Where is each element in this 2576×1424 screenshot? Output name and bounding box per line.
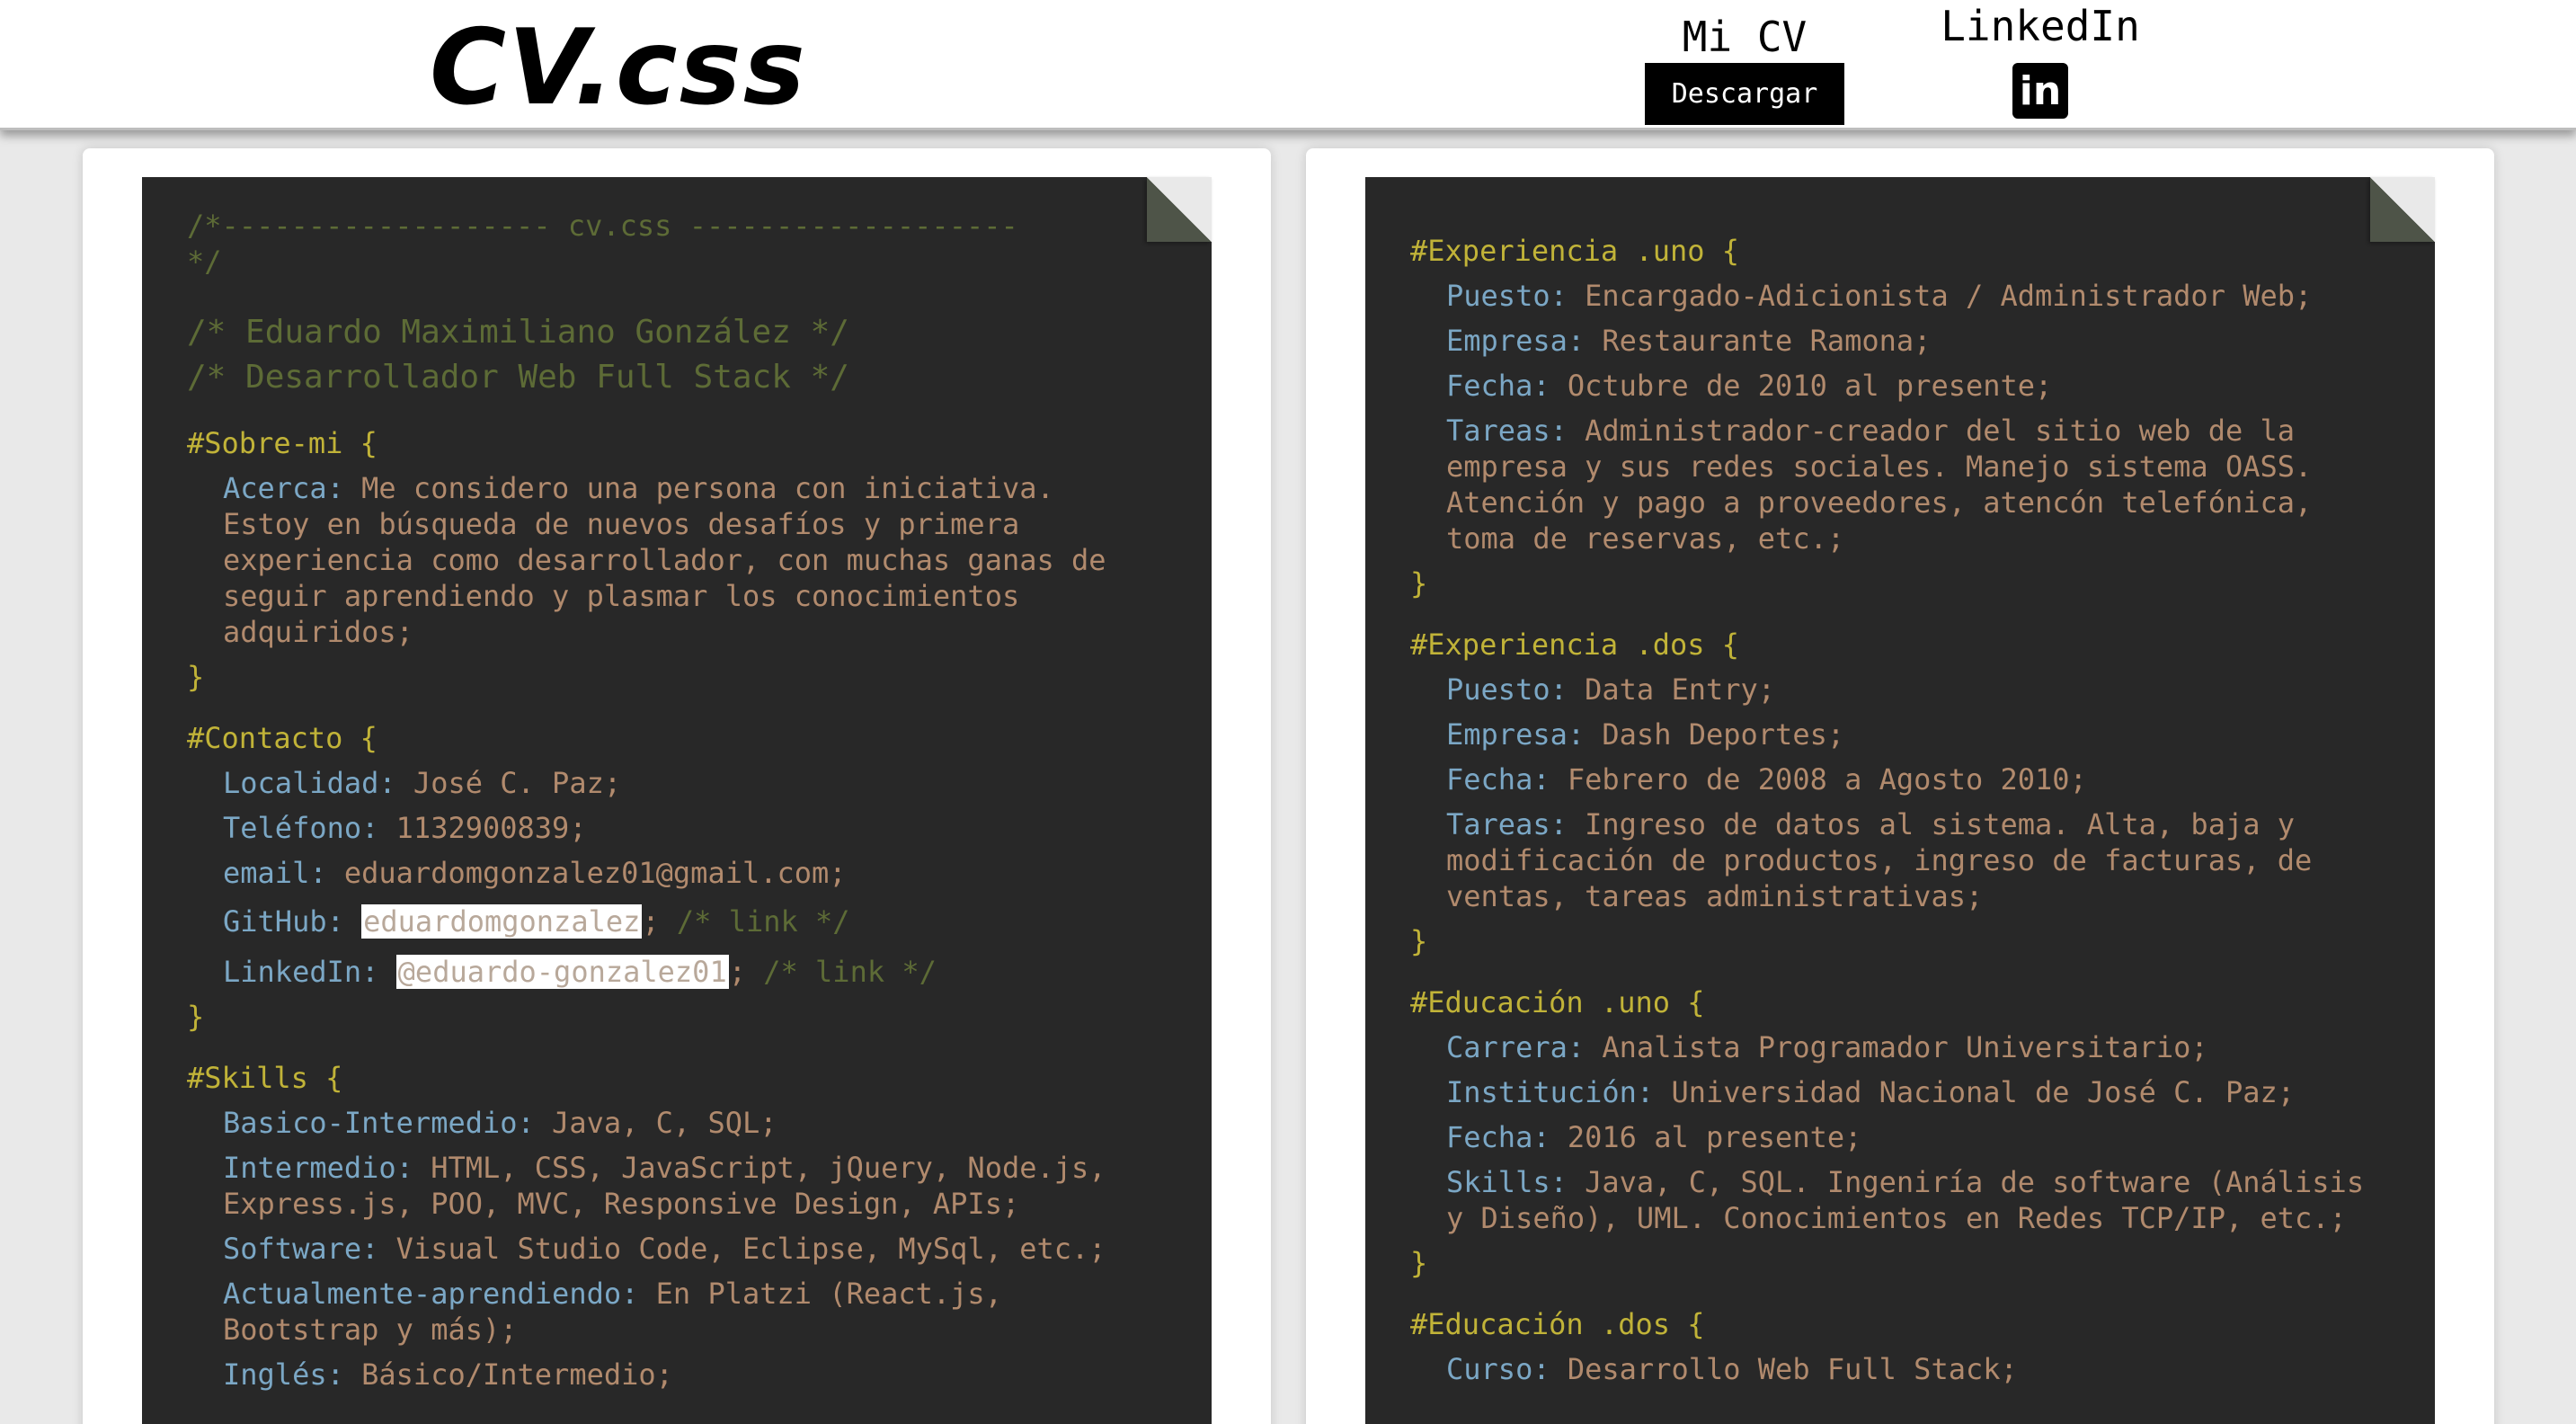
declaration: Acerca: Me considero una persona con ini…	[223, 471, 1106, 649]
declaration: Fecha: Octubre de 2010 al presente;	[1446, 369, 2053, 403]
declaration: Empresa: Dash Deportes;	[1446, 717, 1845, 752]
github-link[interactable]: eduardomgonzalez	[361, 904, 642, 939]
experiencia-dos-block: #Experiencia .dos { Puesto: Data Entry; …	[1410, 627, 2381, 959]
declaration: Inglés: Básico/Intermedio;	[223, 1357, 673, 1392]
cv-download-group: Mi CV Descargar	[1645, 13, 1844, 125]
declaration: Localidad: José C. Paz;	[223, 766, 622, 800]
sobre-mi-block: #Sobre-mi { Acerca: Me considero una per…	[187, 425, 1158, 695]
contacto-block: #Contacto { Localidad: José C. Paz; Telé…	[187, 720, 1158, 1035]
declaration: email: eduardomgonzalez01@gmail.com;	[223, 856, 847, 890]
declaration: Tareas: Ingreso de datos al sistema. Alt…	[1446, 807, 2313, 913]
banner-comment: /*------------------- cv.css -----------…	[187, 208, 1158, 280]
name-comment: /* Eduardo Maximiliano González */	[187, 314, 849, 351]
declaration: LinkedIn: @eduardo-gonzalez01; /* link *…	[223, 955, 937, 989]
linkedin-icon[interactable]: in	[2012, 63, 2068, 119]
selector: #Sobre-mi	[187, 426, 343, 460]
right-panel: #Experiencia .uno { Puesto: Encargado-Ad…	[1306, 148, 2494, 1424]
linkedin-group: LinkedIn in	[1932, 0, 2148, 119]
site-header: CV.css Mi CV Descargar LinkedIn in	[0, 0, 2576, 130]
banner-line-2: */	[187, 245, 222, 279]
declaration: Empresa: Restaurante Ramona;	[1446, 324, 1932, 358]
educacion-dos-block: #Educación .dos { Curso: Desarrollo Web …	[1410, 1306, 2381, 1387]
code-sheet-left: /*------------------- cv.css -----------…	[142, 177, 1212, 1424]
declaration: Skills: Java, C, SQL. Ingeniría de softw…	[1446, 1165, 2365, 1235]
declaration: Teléfono: 1132900839;	[223, 811, 587, 845]
left-panel: /*------------------- cv.css -----------…	[83, 148, 1271, 1424]
declaration: Puesto: Encargado-Adicionista / Administ…	[1446, 279, 2313, 313]
declaration: Curso: Desarrollo Web Full Stack;	[1446, 1352, 2018, 1386]
skills-block: #Skills { Basico-Intermedio: Java, C, SQ…	[187, 1060, 1158, 1393]
linkedin-label: LinkedIn	[1941, 2, 2140, 50]
declaration: Carrera: Analista Programador Universita…	[1446, 1030, 2208, 1064]
role-comment: /* Desarrollador Web Full Stack */	[187, 359, 849, 396]
declaration: Basico-Intermedio: Java, C, SQL;	[223, 1106, 777, 1140]
declaration: Fecha: 2016 al presente;	[1446, 1120, 1862, 1154]
educacion-uno-block: #Educación .uno { Carrera: Analista Prog…	[1410, 984, 2381, 1281]
declaration: GitHub: eduardomgonzalez; /* link */	[223, 904, 850, 939]
declaration: Puesto: Data Entry;	[1446, 672, 1776, 707]
experiencia-uno-block: #Experiencia .uno { Puesto: Encargado-Ad…	[1410, 233, 2381, 601]
declaration: Institución: Universidad Nacional de Jos…	[1446, 1075, 2296, 1109]
declaration: Actualmente-aprendiendo: En Platzi (Reac…	[223, 1277, 1002, 1347]
cv-label: Mi CV	[1682, 13, 1808, 61]
declaration: Intermedio: HTML, CSS, JavaScript, jQuer…	[223, 1151, 1106, 1221]
download-button[interactable]: Descargar	[1645, 63, 1844, 125]
declaration: Software: Visual Studio Code, Eclipse, M…	[223, 1232, 1106, 1266]
linkedin-link[interactable]: @eduardo-gonzalez01	[396, 955, 729, 989]
page-fold-corner	[2370, 177, 2435, 242]
code-right: #Experiencia .uno { Puesto: Encargado-Ad…	[1410, 233, 2381, 1387]
page-fold-corner	[1147, 177, 1212, 242]
code-left: /*------------------- cv.css -----------…	[187, 208, 1158, 1393]
site-logo[interactable]: CV.css	[430, 7, 807, 129]
declaration: Tareas: Administrador-creador del sitio …	[1446, 414, 2313, 556]
banner-line-1: /*------------------- cv.css -----------…	[187, 209, 1018, 243]
code-sheet-right: #Experiencia .uno { Puesto: Encargado-Ad…	[1365, 177, 2435, 1424]
declaration: Fecha: Febrero de 2008 a Agosto 2010;	[1446, 762, 2087, 797]
